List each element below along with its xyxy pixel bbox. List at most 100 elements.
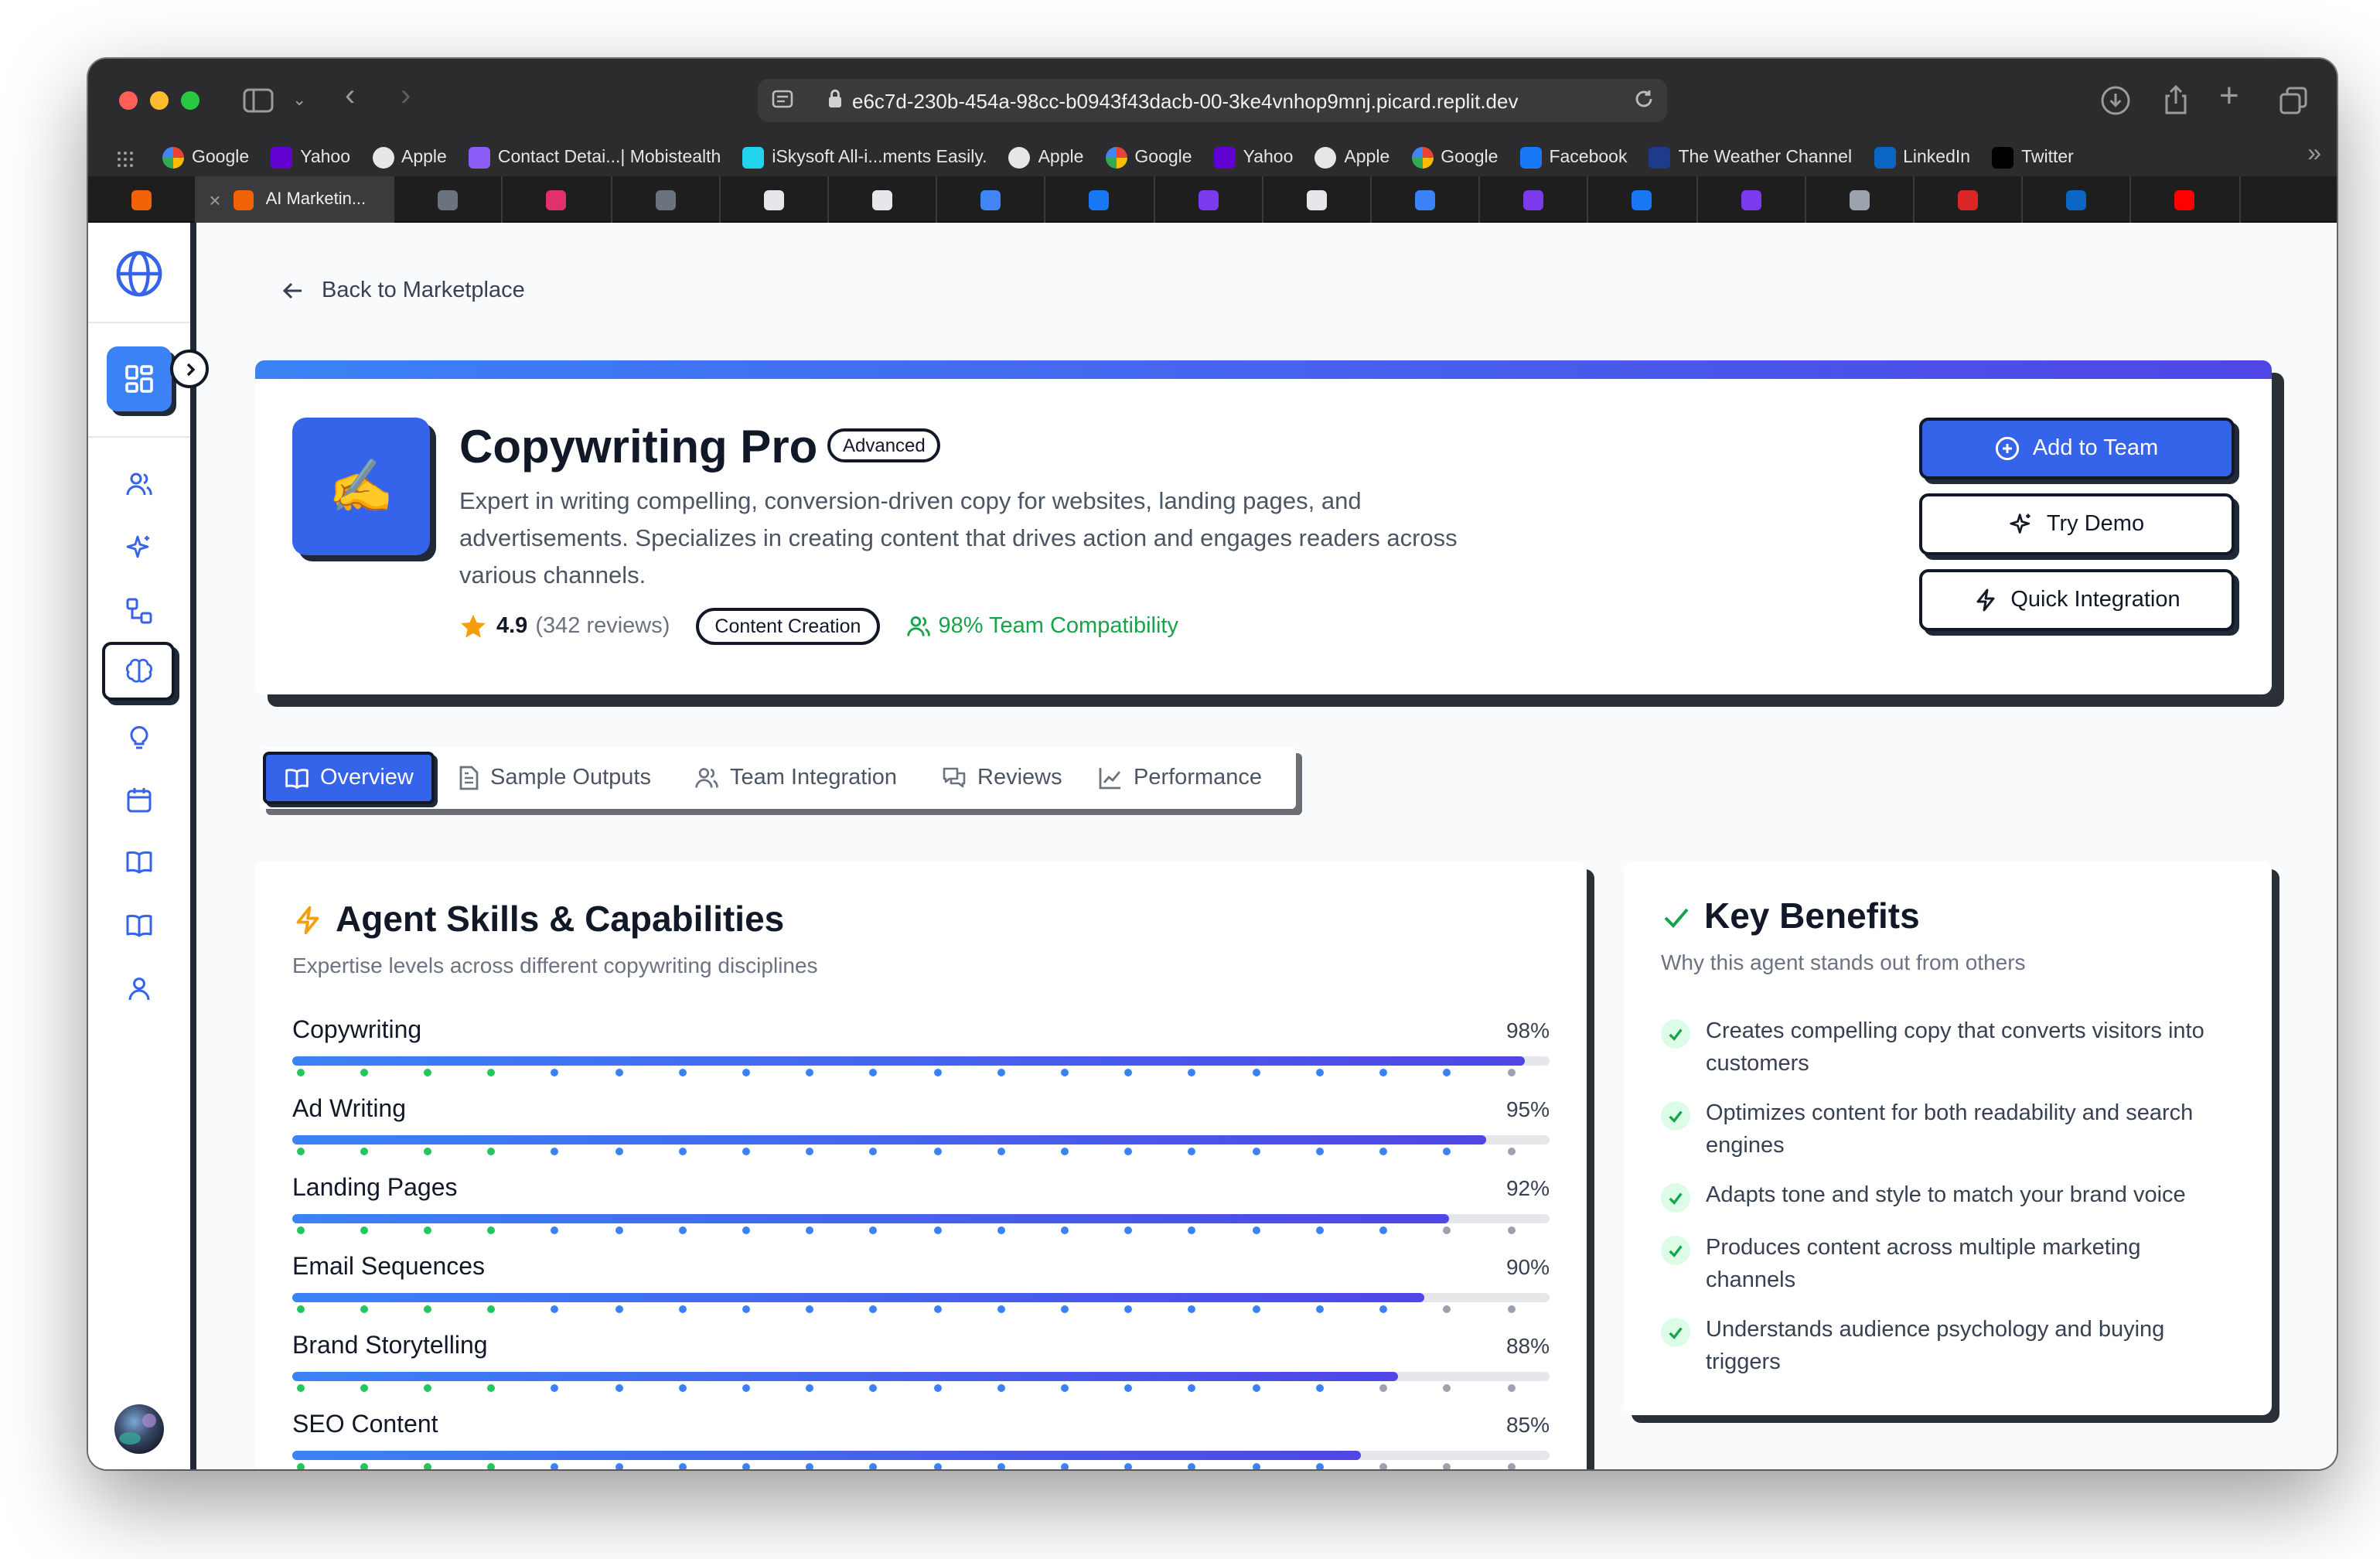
- skill-tick-dot: [869, 1069, 878, 1076]
- skill-progress-fill: [292, 1056, 1525, 1066]
- bookmark-item[interactable]: Contact Detai...| Mobistealth: [468, 147, 721, 169]
- skill-tick-dot: [742, 1305, 750, 1313]
- browser-tab[interactable]: [1806, 176, 1915, 223]
- bookmark-item[interactable]: iSkysoft All-i...ments Easily.: [742, 147, 987, 169]
- replit-icon: [233, 189, 254, 210]
- browser-tab[interactable]: [1589, 176, 1698, 223]
- forward-arrow-icon[interactable]: ›: [401, 80, 411, 111]
- tab-overview-icon[interactable]: [2278, 85, 2309, 121]
- bookmark-item[interactable]: Yahoo: [271, 147, 350, 169]
- bookmark-item[interactable]: Apple: [372, 147, 447, 169]
- close-tab-icon[interactable]: ×: [209, 188, 220, 211]
- apple-icon: [1314, 147, 1337, 169]
- browser-tab[interactable]: [1046, 176, 1155, 223]
- tab-reviews[interactable]: Reviews: [942, 747, 1062, 809]
- skill-tick-dot: [1443, 1148, 1451, 1155]
- bookmark-item[interactable]: Twitter: [1992, 147, 2074, 169]
- skill-tick-dot: [1252, 1148, 1260, 1155]
- tab-performance[interactable]: Performance: [1098, 747, 1262, 809]
- browser-tab[interactable]: [503, 176, 612, 223]
- sparkles-icon[interactable]: [125, 534, 153, 561]
- bookmark-item[interactable]: Facebook: [1519, 147, 1627, 169]
- skill-tick-dot: [360, 1384, 368, 1392]
- browser-tab[interactable]: [829, 176, 938, 223]
- back-to-marketplace-link[interactable]: Back to Marketplace: [281, 278, 525, 303]
- chevron-down-icon[interactable]: ⌄: [292, 90, 306, 113]
- back-arrow-icon[interactable]: ‹: [345, 80, 355, 111]
- skill-tick-dot: [806, 1463, 814, 1469]
- browser-tab[interactable]: [937, 176, 1046, 223]
- browser-tab[interactable]: [612, 176, 721, 223]
- sidebar-toggle-icon[interactable]: [243, 88, 274, 118]
- browser-tab[interactable]: [1697, 176, 1806, 223]
- share-icon[interactable]: [2162, 84, 2190, 119]
- avatar[interactable]: [114, 1404, 164, 1454]
- sidebar-border: [190, 223, 196, 1469]
- bookmark-item[interactable]: Google: [1105, 147, 1192, 169]
- skills-title-text: Agent Skills & Capabilities: [336, 899, 785, 939]
- try-demo-button[interactable]: Try Demo: [1919, 493, 2235, 555]
- browser-tab[interactable]: [88, 176, 197, 223]
- review-count[interactable]: (342 reviews): [535, 614, 670, 639]
- dashboard-button[interactable]: [107, 346, 172, 411]
- browser-tab[interactable]: [2132, 176, 2241, 223]
- workflow-icon[interactable]: [125, 597, 153, 625]
- downloads-icon[interactable]: [2100, 85, 2131, 121]
- apps-grid-icon[interactable]: [116, 148, 135, 176]
- skill-tick-dot: [678, 1384, 687, 1392]
- minimize-window-button[interactable]: [150, 91, 169, 110]
- brain-nav-button[interactable]: [102, 642, 175, 701]
- skill-tick-dot: [1252, 1384, 1260, 1392]
- url-text[interactable]: e6c7d-230b-454a-98cc-b0943f43dacb-00-3ke…: [852, 89, 1518, 112]
- book-open-icon[interactable]: [125, 848, 153, 875]
- tab-overview[interactable]: Overview: [263, 752, 435, 804]
- skill-tick-dot: [997, 1148, 1005, 1155]
- skill-tick-dot: [1507, 1305, 1515, 1313]
- bookmark-label: Yahoo: [1243, 148, 1294, 167]
- reload-icon[interactable]: [1633, 88, 1655, 114]
- new-tab-icon[interactable]: +: [2219, 78, 2239, 112]
- tab-team-integration[interactable]: Team Integration: [694, 747, 897, 809]
- skill-row: SEO Content 85%: [292, 1412, 1550, 1469]
- browser-tab[interactable]: [1263, 176, 1372, 223]
- browser-tab[interactable]: [1915, 176, 2024, 223]
- skill-tick-dot: [1379, 1148, 1388, 1155]
- browser-tab[interactable]: [1372, 176, 1481, 223]
- iskysoft-icon: [742, 147, 765, 169]
- lightbulb-icon[interactable]: [125, 722, 153, 750]
- active-browser-tab[interactable]: × AI Marketin...: [196, 176, 395, 223]
- bookmark-item[interactable]: Google: [162, 147, 249, 169]
- browser-tab[interactable]: [1480, 176, 1589, 223]
- skill-tick-dot: [869, 1226, 878, 1234]
- skills-card-subtitle: Expertise levels across different copywr…: [292, 953, 818, 977]
- bookmark-item[interactable]: Google: [1411, 147, 1498, 169]
- globe-logo-icon[interactable]: [114, 249, 164, 306]
- browser-tab[interactable]: [1154, 176, 1263, 223]
- browser-tab[interactable]: [721, 176, 829, 223]
- skill-row: Email Sequences 90%: [292, 1254, 1550, 1333]
- bookmark-item[interactable]: LinkedIn: [1874, 147, 1970, 169]
- book-icon[interactable]: [125, 911, 153, 939]
- close-window-button[interactable]: [119, 91, 138, 110]
- reader-icon[interactable]: [772, 89, 793, 112]
- tab-sample-outputs[interactable]: Sample Outputs: [458, 747, 651, 809]
- address-bar[interactable]: e6c7d-230b-454a-98cc-b0943f43dacb-00-3ke…: [758, 79, 1667, 122]
- add-to-team-button[interactable]: Add to Team: [1919, 418, 2235, 479]
- quick-integration-button[interactable]: Quick Integration: [1919, 569, 2235, 631]
- skill-progress-fill: [292, 1214, 1449, 1223]
- bookmark-item[interactable]: Yahoo: [1213, 147, 1294, 169]
- bookmark-item[interactable]: The Weather Channel: [1649, 147, 1852, 169]
- skill-tick-dot: [1507, 1384, 1515, 1392]
- zoom-window-button[interactable]: [181, 91, 199, 110]
- bookmark-item[interactable]: Apple: [1314, 147, 1389, 169]
- browser-tab[interactable]: [394, 176, 503, 223]
- skill-tick-dot: [806, 1069, 814, 1076]
- browser-tab[interactable]: [2023, 176, 2132, 223]
- back-label[interactable]: Back to Marketplace: [322, 278, 525, 303]
- bookmark-item[interactable]: Apple: [1008, 147, 1083, 169]
- skill-tick-dot: [296, 1305, 304, 1313]
- bookmarks-overflow-icon[interactable]: »: [2307, 141, 2321, 169]
- users-icon[interactable]: [125, 470, 153, 498]
- calendar-icon[interactable]: [125, 786, 153, 814]
- user-icon[interactable]: [125, 974, 153, 1002]
